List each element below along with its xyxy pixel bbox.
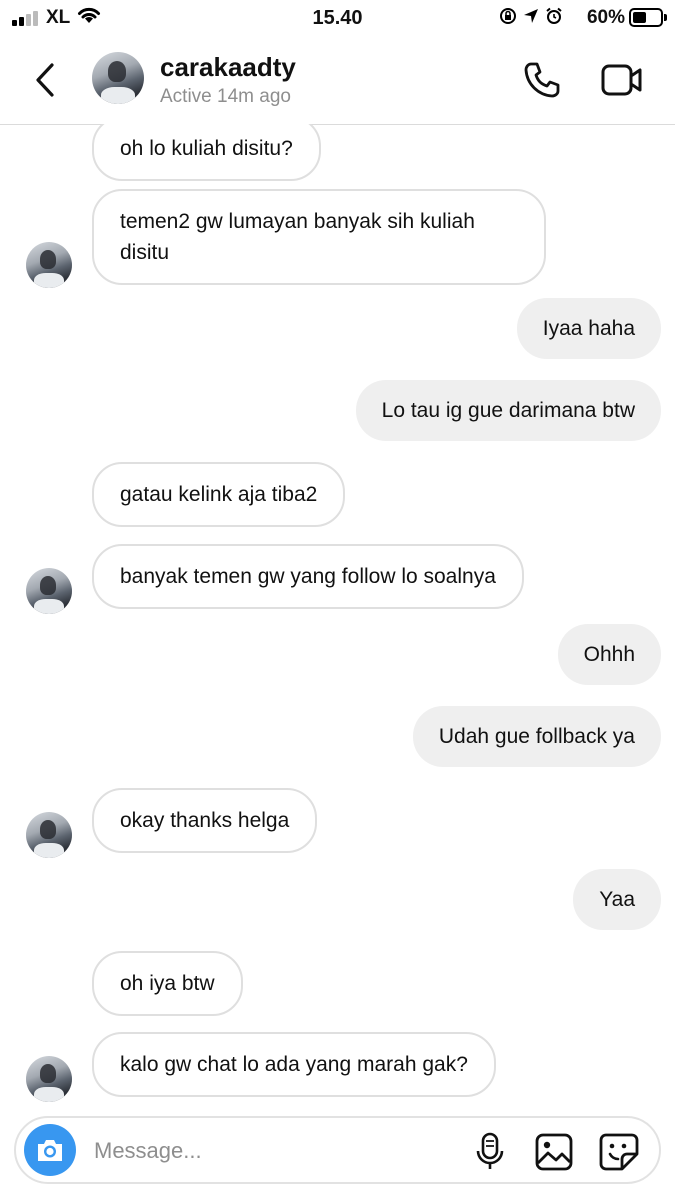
battery-percent: 60% xyxy=(586,7,625,28)
microphone-icon[interactable] xyxy=(474,1132,506,1172)
sender-avatar[interactable] xyxy=(26,242,72,288)
camera-button[interactable] xyxy=(24,1124,76,1176)
message-incoming[interactable]: banyak temen gw yang follow lo soalnya xyxy=(92,544,524,609)
camera-icon xyxy=(38,1140,62,1161)
message-incoming[interactable]: oh lo kuliah disitu? xyxy=(92,124,321,181)
location-icon xyxy=(524,9,538,23)
message-outgoing[interactable]: Ohhh xyxy=(557,624,661,685)
gallery-icon[interactable] xyxy=(534,1132,574,1172)
sender-avatar[interactable] xyxy=(26,568,72,614)
sender-avatar[interactable] xyxy=(26,1056,72,1102)
alarm-icon xyxy=(546,7,562,24)
message-composer xyxy=(14,1116,661,1184)
battery-icon xyxy=(629,8,667,27)
message-outgoing[interactable]: Iyaa haha xyxy=(516,298,661,359)
video-call-icon[interactable] xyxy=(600,62,644,98)
message-incoming[interactable]: kalo gw chat lo ada yang marah gak? xyxy=(92,1032,496,1097)
clock: 15.40 xyxy=(312,7,363,29)
chat-header: carakaadty Active 14m ago xyxy=(0,38,675,125)
message-outgoing[interactable]: Yaa xyxy=(573,869,661,930)
message-incoming[interactable]: okay thanks helga xyxy=(92,788,318,853)
message-outgoing[interactable]: Udah gue follback ya xyxy=(412,706,661,767)
message-outgoing[interactable]: Lo tau ig gue darimana btw xyxy=(355,380,661,441)
back-icon[interactable] xyxy=(30,60,60,100)
message-incoming[interactable]: gatau kelink aja tiba2 xyxy=(92,462,346,527)
avatar[interactable] xyxy=(92,52,144,104)
username[interactable]: carakaadty xyxy=(160,52,296,83)
message-input[interactable] xyxy=(92,1130,456,1172)
active-status: Active 14m ago xyxy=(160,86,291,107)
sender-avatar[interactable] xyxy=(26,812,72,858)
message-incoming[interactable]: oh iya btw xyxy=(92,951,243,1016)
phone-icon[interactable] xyxy=(522,60,562,100)
status-bar: XL 15.40 60% xyxy=(0,0,675,38)
message-incoming[interactable]: temen2 gw lumayan banyak sih kuliah disi… xyxy=(92,189,546,285)
orientation-lock-icon xyxy=(500,8,516,24)
sticker-icon[interactable] xyxy=(598,1132,640,1172)
message-thread[interactable]: oh lo kuliah disitu? temen2 gw lumayan b… xyxy=(0,124,675,1114)
